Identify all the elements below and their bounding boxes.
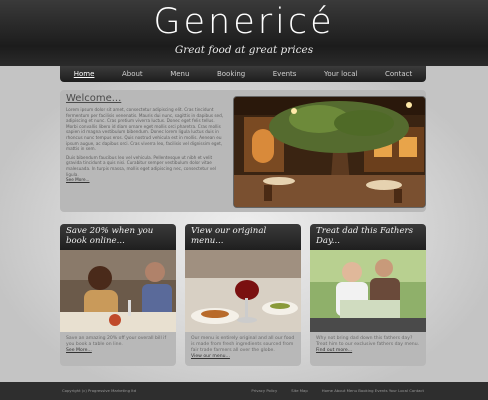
main-nav: Home About Menu Booking Events Your loca…	[60, 66, 426, 82]
promo-column-booking: Save 20% when you book online... Save an…	[60, 224, 176, 366]
column-heading: Save 20% when you book online...	[60, 224, 176, 250]
welcome-paragraph: Duis bibendum faucibus leo vel vehicula.…	[66, 155, 224, 183]
nav-item-events[interactable]: Events	[271, 70, 299, 78]
column-text: Save an amazing 20% off your overall bil…	[60, 332, 176, 358]
wine-and-food-photo	[185, 250, 301, 332]
nav-item-home[interactable]: Home	[72, 70, 97, 78]
column-link[interactable]: Find out more...	[316, 348, 352, 353]
promo-column-menu: View our original menu... Our menu is en…	[185, 224, 301, 366]
dining-people-photo	[60, 250, 176, 332]
column-heading: Treat dad this Fathers Day...	[310, 224, 426, 250]
welcome-see-more-link[interactable]: See More...	[66, 177, 90, 182]
nav-item-contact[interactable]: Contact	[383, 70, 414, 78]
welcome-paragraph: Lorem ipsum dolor sit amet, consectetur …	[66, 107, 224, 152]
tagline: Great food at great prices	[174, 44, 314, 56]
column-body: Our menu is entirely original and all ou…	[191, 336, 295, 353]
footer-link-sitemap[interactable]: Site Map	[291, 388, 308, 393]
father-and-daughter-photo	[310, 250, 426, 332]
column-body: Save an amazing 20% off your overall bil…	[66, 336, 167, 347]
footer: Copyright (c) Progressive Marketing ltd …	[0, 382, 488, 400]
restaurant-photo	[233, 96, 426, 208]
nav-item-menu[interactable]: Menu	[168, 70, 191, 78]
nav-item-booking[interactable]: Booking	[215, 70, 247, 78]
column-body: Why not bring dad down this fathers day?…	[316, 336, 420, 347]
copyright-text: Copyright (c) Progressive Marketing ltd	[62, 388, 137, 393]
footer-nav-links[interactable]: Home About Menu Booking Events Your Loca…	[322, 388, 424, 393]
footer-link-privacy[interactable]: Privacy Policy	[251, 388, 277, 393]
column-link[interactable]: See More...	[66, 348, 92, 353]
nav-item-your-local[interactable]: Your local	[322, 70, 359, 78]
site-title: Genericé	[153, 2, 335, 42]
promo-column-fathers-day: Treat dad this Fathers Day... Why not br…	[310, 224, 426, 366]
footer-links: Privacy Policy Site Map Home About Menu …	[251, 388, 424, 393]
nav-item-about[interactable]: About	[120, 70, 145, 78]
column-text: Why not bring dad down this fathers day?…	[310, 332, 426, 358]
header: Genericé Great food at great prices	[0, 0, 488, 66]
column-text: Our menu is entirely original and all ou…	[185, 332, 301, 364]
welcome-title: Welcome...	[66, 93, 122, 104]
welcome-text: Lorem ipsum dolor sit amet, consectetur …	[66, 107, 224, 186]
column-link[interactable]: View our menu...	[191, 354, 230, 359]
welcome-paragraph-2: Duis bibendum faucibus leo vel vehicula.…	[66, 154, 216, 177]
column-heading: View our original menu...	[185, 224, 301, 250]
